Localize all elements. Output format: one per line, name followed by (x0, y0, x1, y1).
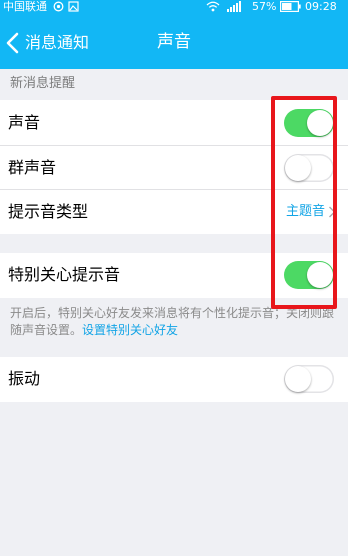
battery-icon (280, 1, 301, 12)
settings-group-new-messages: 声音 群声音 提示音类型 主题音 (0, 100, 348, 234)
page-title: 声音 (157, 32, 191, 52)
group-sound-row[interactable]: 群声音 (0, 146, 348, 190)
sound-toggle[interactable] (284, 109, 334, 137)
alert-tone-type-row[interactable]: 提示音类型 主题音 (0, 190, 348, 234)
carrier-label: 中国联通 (3, 0, 47, 13)
sound-row[interactable]: 声音 (0, 101, 348, 145)
vibration-toggle[interactable] (284, 365, 334, 393)
toggle-knob (307, 110, 333, 136)
toggle-knob (285, 155, 311, 181)
hotspot-icon (53, 1, 64, 12)
vibration-row[interactable]: 振动 (0, 357, 348, 401)
sound-label: 声音 (8, 113, 41, 132)
signal-icon (227, 1, 241, 12)
navigation-bar: 消息通知 声音 (0, 16, 348, 69)
set-special-care-friends-link[interactable]: 设置特别关心好友 (82, 323, 178, 337)
vibration-label: 振动 (8, 369, 41, 388)
alert-tone-type-label: 提示音类型 (8, 202, 89, 221)
chevron-right-icon (329, 206, 336, 218)
toggle-knob (307, 262, 333, 288)
top-bar: 中国联通 57% 09:28 消息通知 声音 (0, 0, 348, 69)
alert-tone-type-current: 主题音 (285, 204, 325, 219)
image-notification-icon (68, 1, 79, 12)
wifi-icon (206, 1, 220, 12)
status-bar: 中国联通 57% 09:28 (0, 0, 348, 16)
alert-tone-type-value[interactable]: 主题音 (286, 203, 336, 221)
section-header-new-messages: 新消息提醒 (10, 76, 76, 91)
group-sound-toggle[interactable] (284, 154, 334, 182)
toggle-knob (285, 366, 311, 392)
special-care-tone-row[interactable]: 特别关心提示音 (0, 253, 348, 297)
group-sound-label: 群声音 (8, 158, 57, 177)
special-care-tone-toggle[interactable] (284, 261, 334, 289)
settings-group-special-care: 特别关心提示音 (0, 253, 348, 298)
special-care-footnote: 开启后，特别关心好友发来消息将有个性化提示音；关闭则跟随声音设置。设置特别关心好… (10, 305, 336, 339)
special-care-tone-label: 特别关心提示音 (8, 265, 121, 284)
settings-group-vibration: 振动 (0, 357, 348, 402)
clock: 09:28 (305, 0, 337, 13)
battery-percent: 57% (252, 0, 277, 13)
